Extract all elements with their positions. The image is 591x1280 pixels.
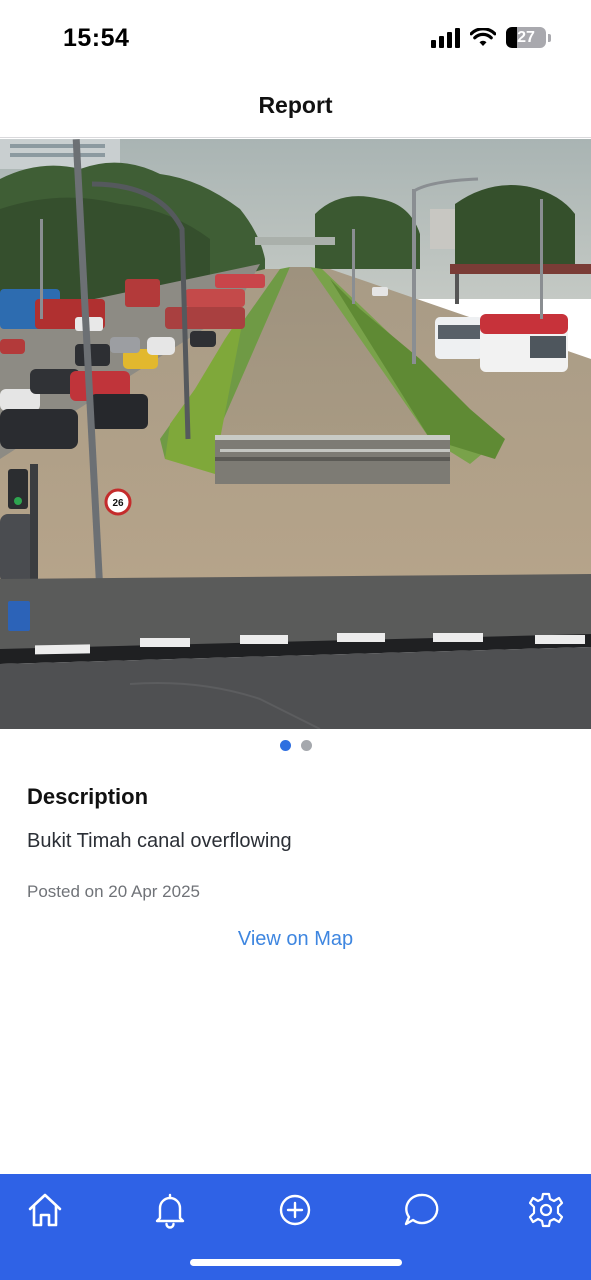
view-on-map-link[interactable]: View on Map xyxy=(0,928,591,951)
nav-home[interactable] xyxy=(25,1190,65,1230)
status-icons: 27 xyxy=(431,27,551,48)
battery-icon: 27 xyxy=(506,27,546,48)
pager-dot-1[interactable] xyxy=(279,740,291,751)
bottom-nav xyxy=(0,1174,591,1280)
status-time: 15:54 xyxy=(63,24,130,52)
report-photo[interactable]: 26 xyxy=(0,139,591,729)
description-text: Bukit Timah canal overflowing xyxy=(27,830,292,852)
bell-icon xyxy=(155,1193,185,1229)
description-heading: Description xyxy=(27,784,149,809)
status-bar: 15:54 27 xyxy=(0,0,591,78)
wifi-icon xyxy=(470,27,496,46)
pager-dot-2[interactable] xyxy=(300,740,312,751)
header: Report xyxy=(0,78,591,138)
nav-settings[interactable] xyxy=(526,1190,566,1230)
flooded-canal-photo: 26 xyxy=(0,139,591,729)
posted-date: Posted on 20 Apr 2025 xyxy=(27,882,200,901)
battery-cap xyxy=(548,33,551,42)
gear-icon xyxy=(528,1192,564,1228)
nav-new-report[interactable] xyxy=(275,1190,315,1230)
photo-pager xyxy=(0,740,591,751)
nav-messages[interactable] xyxy=(401,1190,441,1230)
home-icon xyxy=(28,1193,62,1227)
nav-notifications[interactable] xyxy=(150,1190,190,1230)
cellular-signal-icon xyxy=(431,27,460,48)
battery-level: 27 xyxy=(517,29,535,46)
plus-circle-icon xyxy=(279,1194,311,1226)
page-title: Report xyxy=(258,92,333,118)
speed-sign-text: 26 xyxy=(112,498,124,509)
home-indicator[interactable] xyxy=(190,1259,402,1266)
chat-bubble-icon xyxy=(404,1193,439,1226)
